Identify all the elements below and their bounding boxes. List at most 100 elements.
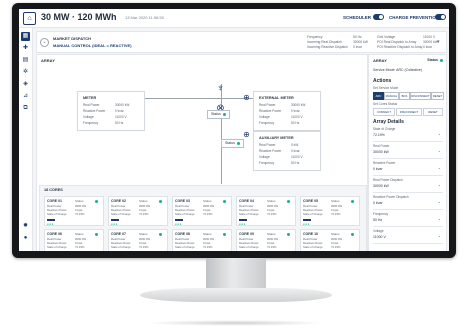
core-row: State of Charge 72.19% bbox=[239, 212, 277, 216]
core-card[interactable]: CORE 06 Status Real Power 2000 kW Reactive P… bbox=[44, 229, 104, 251]
array-detail-row[interactable]: Reactive Power Dispatch 0 kvar ⌄ bbox=[373, 195, 443, 210]
core-row: State of Charge 72.19% bbox=[111, 212, 149, 216]
tag-icon[interactable]: ◈ bbox=[21, 80, 30, 89]
array-detail-row[interactable]: Frequency 50 Hz ⌄ bbox=[373, 212, 443, 227]
meter-title: METER bbox=[83, 96, 97, 100]
monitor-bezel: ⌂ 30 MW · 120 MWh 13 Mar 2020 11:58:55 S… bbox=[12, 3, 456, 258]
chevron-down-icon[interactable]: ⌄ bbox=[438, 182, 441, 187]
array-detail-row[interactable]: Real Power 30000 kW ⌄ bbox=[373, 144, 443, 159]
charge-prevention-toggle[interactable] bbox=[435, 14, 446, 20]
chart-icon[interactable]: ⊿ bbox=[21, 92, 30, 101]
settings-icon[interactable]: ✲ bbox=[21, 68, 30, 77]
meter-row: Voltage 11000 V bbox=[259, 155, 303, 159]
status-box-main: Status bbox=[207, 110, 230, 119]
mode-bcs-button[interactable]: BCS bbox=[399, 92, 410, 100]
right-panel-title: ARRAY bbox=[373, 58, 387, 63]
array-details-heading: Array Details bbox=[373, 119, 404, 125]
array-detail-row[interactable]: Voltage 11000 V ⌄ bbox=[373, 229, 443, 244]
core-card[interactable]: CORE 05 Status Real Power 2000 kW Reactive P… bbox=[300, 196, 360, 226]
core-card[interactable]: CORE 09 Status Real Power 2000 kW Reactive P… bbox=[236, 229, 296, 251]
market-dispatch-bar: ⌄ MARKET DISPATCH MANUAL CONTROL (IDEAL … bbox=[36, 31, 447, 53]
detail-label: Real Power Dispatch bbox=[373, 178, 403, 182]
monitor-stand-neck bbox=[206, 258, 266, 292]
core-status-label: Status bbox=[203, 232, 212, 236]
status-dot-icon bbox=[95, 200, 98, 203]
status-dot-icon bbox=[287, 233, 290, 236]
stat-frequency: Frequency 50 Hz bbox=[307, 35, 362, 39]
core-card[interactable]: CORE 08 Status Real Power 2000 kW Reactive P… bbox=[172, 229, 232, 251]
stat-grid-voltage: Grid Voltage 11000 V bbox=[377, 35, 436, 39]
calendar-icon[interactable]: ▤ bbox=[21, 56, 30, 65]
core-indicator-dots: ●●● bbox=[303, 222, 310, 226]
right-panel-status: Status bbox=[427, 58, 438, 62]
core-name: CORE 08 bbox=[175, 232, 190, 236]
scheduler-toggle[interactable] bbox=[373, 14, 384, 20]
stat-poi-real: POI Real Dispatch to Array 30000 kW bbox=[377, 40, 438, 44]
connector-line bbox=[221, 84, 222, 184]
chevron-down-icon[interactable]: ⌄ bbox=[438, 131, 441, 136]
header-date: 13 Mar 2020 11:58:55 bbox=[125, 15, 164, 20]
core-soc-bar bbox=[175, 219, 183, 221]
mode-arc-button[interactable]: ARC bbox=[373, 92, 384, 100]
detail-label: Frequency bbox=[373, 212, 389, 216]
logo-icon[interactable]: ⌂ bbox=[23, 12, 36, 25]
mode-manual-button[interactable]: MANUAL bbox=[384, 92, 399, 100]
plus-icon[interactable]: ✚ bbox=[21, 44, 30, 53]
core-card[interactable]: CORE 10 Status Real Power 2000 kW Reactive P… bbox=[300, 229, 360, 251]
mode-disconnect-button[interactable]: DISCONNECT bbox=[410, 92, 431, 100]
array-detail-row[interactable]: Real Power Dispatch 30000 kW ⌄ bbox=[373, 178, 443, 193]
chevron-down-icon[interactable]: ⌄ bbox=[40, 38, 49, 47]
chevron-down-icon[interactable]: ⌄ bbox=[438, 233, 441, 238]
actions-heading: Actions bbox=[373, 78, 392, 84]
top-bar: ⌂ 30 MW · 120 MWh 13 Mar 2020 11:58:55 S… bbox=[19, 9, 449, 28]
meter-row: Real Power 30000 kW bbox=[83, 103, 130, 107]
detail-label: Real Power bbox=[373, 144, 390, 148]
cores-section: 18 CORES CORE 01 Status Real Power 2000 kW R… bbox=[39, 185, 367, 251]
cores-title: 18 CORES bbox=[44, 188, 63, 192]
chevron-down-icon[interactable]: ⌄ bbox=[438, 148, 441, 153]
core-name: CORE 04 bbox=[239, 199, 254, 203]
core-name: CORE 05 bbox=[303, 199, 318, 203]
meter-row: Voltage 11000 V bbox=[259, 115, 303, 119]
stat-poi-reactive: POI Reactive Dispatch to Array 0 kvar bbox=[377, 45, 432, 49]
chevron-down-icon[interactable]: ⌄ bbox=[438, 165, 441, 170]
settings-bottom-icon[interactable]: ✹ bbox=[21, 222, 30, 231]
core-name: CORE 01 bbox=[47, 199, 62, 203]
user-icon[interactable]: ● bbox=[21, 234, 30, 243]
core-card[interactable]: CORE 03 Status Real Power 2000 kW Reactive P… bbox=[172, 196, 232, 226]
core-card[interactable]: CORE 02 Status Real Power 2000 kW Reactive P… bbox=[108, 196, 168, 226]
core-status-label: Status bbox=[331, 199, 340, 203]
set-service-mode-label: Set Service Mode bbox=[373, 86, 399, 90]
core-status-label: Status bbox=[75, 232, 84, 236]
app-title: 30 MW · 120 MWh bbox=[41, 12, 117, 22]
meter-row: Frequency 50 Hz bbox=[259, 161, 300, 165]
meter-card[interactable]: METER Real Power 30000 kW Reactive Power 0… bbox=[77, 91, 145, 131]
detail-value: 50 Hz bbox=[373, 218, 383, 222]
dashboard-icon[interactable]: ▦ bbox=[21, 32, 30, 41]
mode-reset-button[interactable]: RESET bbox=[431, 92, 444, 100]
stat-incoming-reactive: Incoming Reactive Dispatch 0 kvar bbox=[307, 45, 362, 49]
array-detail-row[interactable]: Reactive Power 0 kvar ⌄ bbox=[373, 161, 443, 176]
chevron-down-icon[interactable]: ⌄ bbox=[438, 216, 441, 221]
array-panel: ARRAY METER Real Power 30000 kW Reactive … bbox=[36, 54, 368, 251]
disconnect-button[interactable]: DISCONNECT bbox=[396, 108, 422, 116]
meter-row: Real Power 30000 kW bbox=[259, 103, 306, 107]
core-row: State of Charge 72.19% bbox=[175, 212, 213, 216]
external-meter-card[interactable]: EXTERNAL METER Real Power 30000 kW Reacti… bbox=[253, 91, 321, 131]
core-card[interactable]: CORE 04 Status Real Power 2000 kW Reactive P… bbox=[236, 196, 296, 226]
core-indicator-dots: ●●● bbox=[239, 222, 246, 226]
set-cores-status-label: Set Cores Status bbox=[373, 102, 398, 106]
reset-button[interactable]: RESET bbox=[423, 108, 443, 116]
core-status-label: Status bbox=[331, 232, 340, 236]
chevron-down-icon[interactable]: ⌄ bbox=[438, 199, 441, 204]
core-name: CORE 03 bbox=[175, 199, 190, 203]
connect-button[interactable]: CONNECT bbox=[373, 108, 395, 116]
auxiliary-meter-card[interactable]: AUXILIARY METER Real Power 0 kW Reactive … bbox=[253, 131, 321, 171]
array-detail-row[interactable]: State of Charge 72.19% ⌄ bbox=[373, 127, 443, 142]
core-card[interactable]: CORE 01 Status Real Power 2000 kW Reactive P… bbox=[44, 196, 104, 226]
dispatch-dropdown-icon[interactable]: ▾ bbox=[437, 39, 440, 45]
export-icon[interactable]: ⧉ bbox=[21, 104, 30, 113]
core-card[interactable]: CORE 07 Status Real Power 2000 kW Reactive P… bbox=[108, 229, 168, 251]
core-row: State of Charge 72.19% bbox=[47, 245, 85, 249]
detail-label: Voltage bbox=[373, 229, 384, 233]
